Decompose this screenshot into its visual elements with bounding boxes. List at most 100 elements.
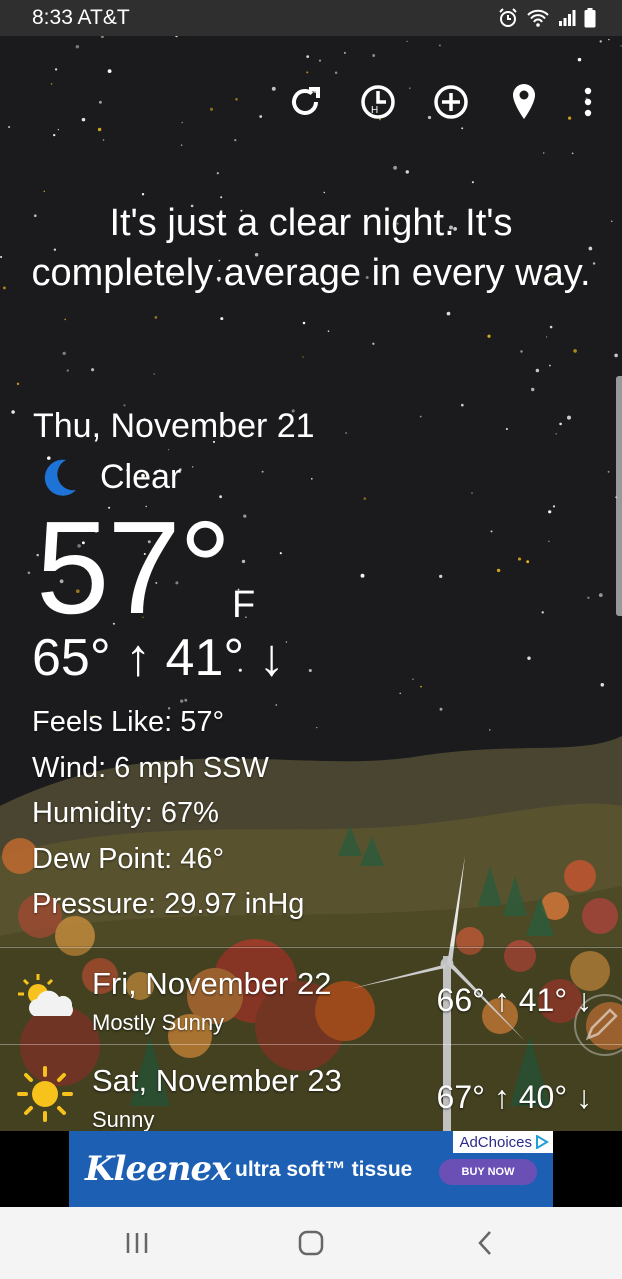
ad-brand-logo: Kleenex (85, 1149, 231, 1189)
star (327, 330, 330, 332)
star (243, 514, 247, 518)
star (438, 44, 441, 47)
navigation-bar (0, 1207, 622, 1279)
star (548, 364, 551, 367)
star (599, 40, 602, 43)
star (439, 574, 443, 579)
star (399, 692, 401, 695)
forecast-description: Mostly Sunny (92, 1010, 225, 1035)
star (487, 334, 491, 338)
star (548, 540, 550, 542)
star (406, 40, 408, 43)
add-location-button[interactable] (427, 78, 475, 126)
ad-banner[interactable]: Kleenex ultra soft™ tissue BUY NOW AdCho… (0, 1131, 622, 1207)
star (66, 369, 69, 372)
condition-label: Clear (100, 457, 182, 496)
star (100, 36, 104, 39)
current-date: Thu, November 21 (33, 407, 315, 445)
more-options-button[interactable] (564, 78, 612, 126)
star (567, 415, 571, 420)
star (607, 470, 610, 473)
star (471, 492, 473, 494)
star (527, 656, 531, 660)
star (489, 729, 491, 731)
current-temperature: 57° (36, 494, 232, 641)
ad-buy-now-button[interactable]: BUY NOW (439, 1159, 537, 1185)
star (471, 181, 474, 184)
star (405, 170, 409, 174)
star (318, 59, 322, 62)
star (614, 353, 618, 358)
star (526, 560, 530, 564)
ad-choices-label: AdChoices (459, 1133, 532, 1151)
feels-like: Feels Like: 57° (32, 706, 225, 738)
star (393, 165, 398, 170)
star (302, 321, 306, 325)
star (261, 470, 264, 473)
star (345, 432, 347, 434)
history-icon: H (361, 85, 395, 119)
back-button[interactable] (455, 1225, 515, 1261)
forecast-row[interactable]: Fri, November 22 Mostly Sunny 66° ↑ 41° … (0, 948, 622, 1044)
star (360, 573, 365, 578)
forecast-high-low: 66° ↑ 41° ↓ (436, 982, 592, 1018)
star (490, 530, 493, 533)
star (216, 172, 219, 175)
star (517, 557, 522, 561)
star (530, 387, 535, 392)
more-icon (584, 87, 592, 117)
star (412, 678, 414, 681)
star (460, 403, 464, 407)
forecast-row[interactable]: Sat, November 23 Sunny 67° ↑ 40° ↓ (0, 1045, 622, 1131)
forecast-high-low: 67° ↑ 40° ↓ (436, 1079, 592, 1115)
star (27, 571, 31, 575)
star (279, 552, 282, 555)
star (559, 422, 562, 426)
refresh-icon (292, 87, 320, 115)
star (54, 68, 58, 71)
star (573, 349, 577, 353)
star (192, 466, 194, 468)
toolbar: H (0, 78, 622, 148)
star (552, 505, 556, 508)
star (141, 193, 145, 196)
dew-point: Dew Point: 46° (32, 842, 225, 875)
star (0, 255, 3, 259)
star (520, 350, 523, 353)
star (175, 36, 178, 38)
home-button[interactable] (281, 1225, 341, 1261)
star (153, 373, 155, 375)
star (611, 220, 613, 222)
recents-button[interactable] (107, 1225, 167, 1261)
star (587, 596, 590, 599)
star (419, 415, 422, 418)
battery-icon (584, 8, 596, 28)
ad-choices-icon (536, 1135, 549, 1149)
star (545, 336, 548, 338)
star (107, 69, 112, 74)
scroll-indicator[interactable] (616, 376, 622, 616)
ad-creative[interactable]: Kleenex ultra soft™ tissue BUY NOW AdCho… (69, 1131, 553, 1207)
star (306, 55, 310, 58)
star (11, 410, 15, 414)
star (600, 683, 605, 687)
recents-icon (126, 1233, 148, 1253)
location-icon (513, 84, 535, 119)
star (241, 559, 246, 564)
partly-cloudy-icon (18, 974, 73, 1016)
star (577, 57, 582, 62)
history-button[interactable]: H (354, 78, 402, 126)
pencil-icon (585, 1008, 618, 1041)
star (343, 51, 346, 54)
location-button[interactable] (500, 78, 548, 126)
ad-choices[interactable]: AdChoices (453, 1131, 553, 1153)
refresh-button[interactable] (281, 78, 329, 126)
star (91, 368, 95, 372)
star (308, 668, 312, 673)
star (372, 342, 375, 345)
star (306, 71, 309, 74)
signal-icon (559, 10, 576, 26)
star (43, 190, 46, 193)
wind: Wind: 6 mph SSW (32, 751, 269, 784)
ad-tagline: ultra soft™ tissue (235, 1158, 413, 1181)
